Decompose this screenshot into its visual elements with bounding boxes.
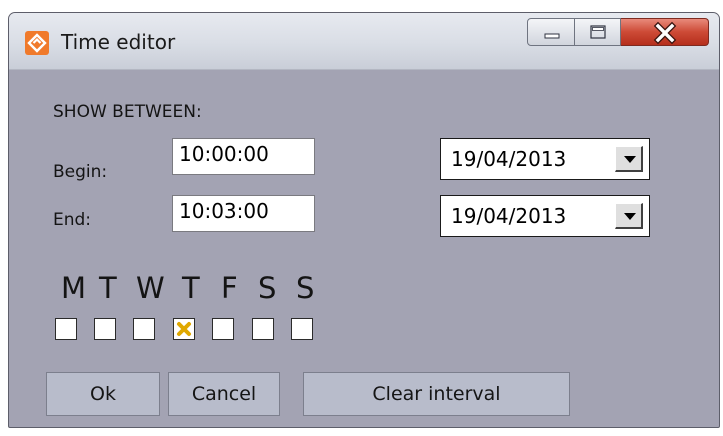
ok-button[interactable]: Ok — [46, 372, 160, 416]
weekday-checkbox-wednesday[interactable] — [133, 318, 155, 340]
window-controls — [527, 18, 709, 46]
show-between-label: SHOW BETWEEN: — [53, 102, 202, 122]
clear-interval-button[interactable]: Clear interval — [303, 372, 570, 416]
weekday-letter-saturday: S — [258, 271, 277, 305]
title-bar[interactable]: Time editor — [9, 13, 719, 70]
weekday-checkbox-thursday[interactable] — [173, 318, 195, 340]
begin-time-input[interactable]: 10:00:00 — [172, 138, 315, 175]
dialog-body: SHOW BETWEEN: Begin: 10:00:00 19/04/2013… — [18, 70, 710, 418]
app-icon — [25, 31, 49, 55]
weekday-letter-sunday: S — [296, 271, 315, 305]
end-date-dropdown[interactable]: 19/04/2013 — [440, 195, 650, 237]
minimize-button[interactable] — [527, 18, 575, 46]
weekday-checkbox-saturday[interactable] — [252, 318, 274, 340]
begin-label: Begin: — [53, 162, 108, 182]
weekday-letter-tuesday: T — [99, 271, 117, 305]
begin-date-value: 19/04/2013 — [451, 147, 567, 171]
maximize-button[interactable] — [575, 18, 621, 46]
close-icon — [653, 21, 677, 45]
end-date-value: 19/04/2013 — [451, 204, 567, 228]
window-title: Time editor — [61, 30, 176, 54]
end-date-dropdown-button[interactable] — [615, 203, 643, 229]
weekday-letter-wednesday: W — [136, 271, 165, 305]
time-editor-window: Time editor SHOW BETWEEN: Begin: 10:00:0… — [8, 12, 720, 428]
begin-date-dropdown[interactable]: 19/04/2013 — [440, 138, 650, 180]
weekday-checkbox-monday[interactable] — [55, 318, 77, 340]
end-label: End: — [53, 210, 92, 230]
maximize-icon — [590, 25, 606, 39]
chevron-down-icon — [624, 156, 636, 163]
check-mark-icon — [177, 322, 191, 336]
close-button[interactable] — [621, 18, 709, 46]
weekday-checkbox-friday[interactable] — [212, 318, 234, 340]
weekday-letter-friday: F — [221, 271, 238, 305]
weekday-letter-monday: M — [61, 271, 87, 305]
chevron-down-icon — [624, 213, 636, 220]
weekday-letter-thursday: T — [182, 271, 200, 305]
end-time-input[interactable]: 10:03:00 — [172, 195, 315, 232]
weekday-checkbox-tuesday[interactable] — [94, 318, 116, 340]
minimize-icon — [544, 33, 560, 39]
cancel-button[interactable]: Cancel — [168, 372, 280, 416]
begin-date-dropdown-button[interactable] — [615, 146, 643, 172]
weekday-checkbox-sunday[interactable] — [291, 318, 313, 340]
